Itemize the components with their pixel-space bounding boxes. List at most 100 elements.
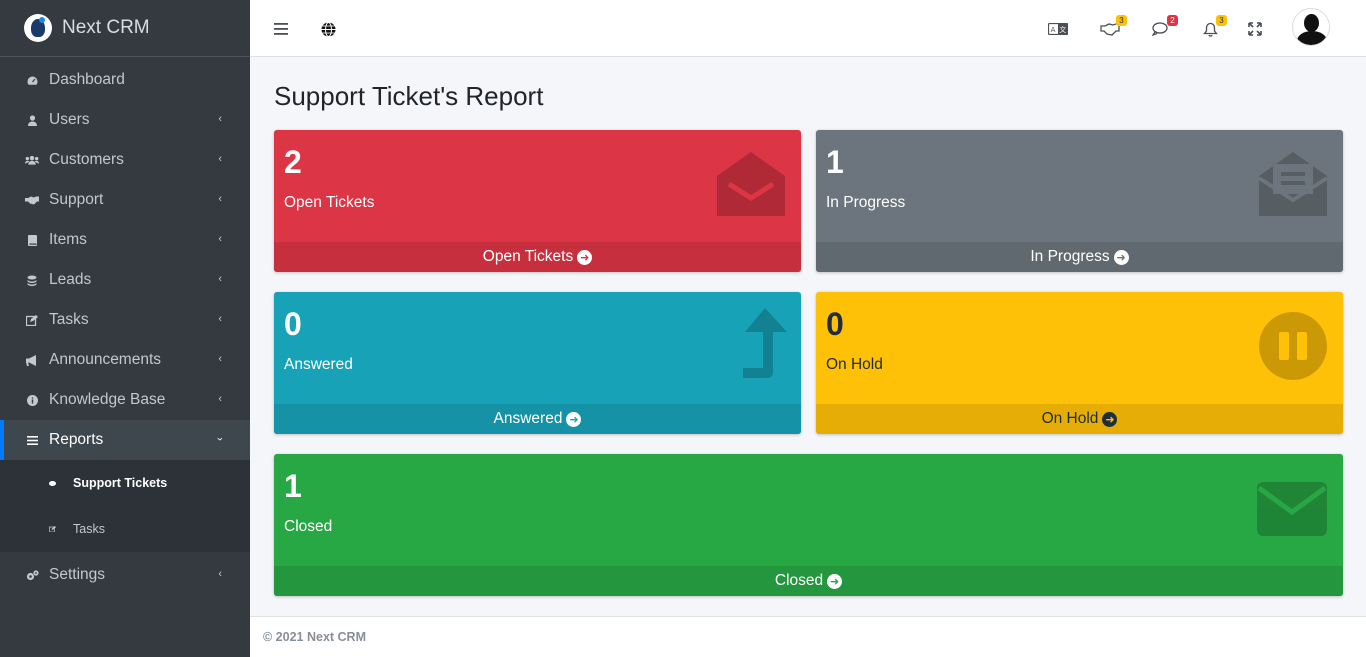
tachometer-icon (25, 76, 39, 85)
messages-badge: 2 (1167, 15, 1178, 26)
chevron-left-icon: ‹ (218, 393, 222, 405)
notifications-badge: 3 (1216, 15, 1227, 26)
answered-more-link[interactable]: Answered ➜ (274, 404, 801, 434)
in-progress-footer-label: In Progress (1030, 248, 1110, 265)
chevron-left-icon: ‹ (218, 568, 222, 580)
bullhorn-icon (25, 354, 39, 366)
expand-arrows-icon (1248, 22, 1262, 36)
brand-logo-icon (24, 14, 52, 42)
arrow-circle-right-icon: ➜ (1113, 249, 1129, 265)
language-button[interactable]: A文 (1047, 18, 1069, 40)
submenu-item-label: Support Tickets (73, 476, 168, 490)
user-avatar[interactable] (1292, 8, 1330, 46)
sidebar-item-leads[interactable]: Leads ‹ (0, 260, 250, 300)
sidebar-item-customers[interactable]: Customers ‹ (0, 140, 250, 180)
closed-footer-label: Closed (774, 572, 824, 589)
pause-circle-icon (1259, 312, 1327, 385)
chevron-left-icon: ‹ (218, 113, 222, 125)
submenu-item-tasks[interactable]: Tasks (0, 506, 250, 552)
page-footer: © 2021 Next CRM (250, 616, 1366, 657)
cogs-icon (25, 569, 39, 581)
sidebar-item-dashboard[interactable]: Dashboard (0, 60, 250, 100)
svg-text:文: 文 (1059, 25, 1066, 34)
notifications-button[interactable]: 3 (1199, 15, 1227, 40)
list-icon (25, 435, 39, 445)
avatar-body-icon (1297, 31, 1327, 45)
book-icon (25, 234, 39, 246)
closed-label: Closed (284, 518, 333, 535)
globe-button[interactable] (317, 18, 339, 40)
sidebar-item-label: Reports (49, 431, 104, 448)
fullscreen-button[interactable] (1244, 18, 1266, 40)
on-hold-box: 0 On Hold On Hold ➜ (816, 292, 1343, 434)
sidebar-item-label: Knowledge Base (49, 391, 166, 408)
messages-button[interactable]: 2 (1150, 15, 1178, 40)
sidebar-item-support[interactable]: Support ‹ (0, 180, 250, 220)
sidebar-item-users[interactable]: Users ‹ (0, 100, 250, 140)
open-tickets-footer-label: Open Tickets (482, 248, 574, 265)
arrow-circle-right-icon: ➜ (827, 573, 843, 589)
sidebar-item-label: Customers (49, 151, 124, 168)
level-up-arrow-icon (741, 306, 789, 385)
on-hold-label: On Hold (826, 356, 883, 373)
reports-submenu: Support Tickets Tasks (0, 460, 250, 552)
brand-name: Next CRM (62, 17, 150, 38)
sidebar-item-tasks[interactable]: Tasks ‹ (0, 300, 250, 340)
sidebar-item-reports[interactable]: Reports ‹ (0, 420, 250, 460)
submenu-item-label: Tasks (73, 522, 105, 536)
copyright-text: © 2021 Next CRM (263, 630, 366, 644)
sidebar-item-label: Users (49, 111, 90, 128)
open-tickets-more-link[interactable]: Open Tickets ➜ (274, 242, 801, 272)
sidebar-menu-bottom: Settings ‹ (0, 552, 250, 595)
bars-icon (274, 23, 288, 35)
on-hold-more-link[interactable]: On Hold ➜ (816, 404, 1343, 434)
in-progress-box: 1 In Progress In Progress ➜ (816, 130, 1343, 272)
hamburger-menu-button[interactable] (270, 18, 292, 40)
chevron-left-icon: ‹ (218, 313, 222, 325)
sidebar-item-knowledge-base[interactable]: Knowledge Base ‹ (0, 380, 250, 420)
chevron-left-icon: ‹ (218, 273, 222, 285)
sidebar-item-settings[interactable]: Settings ‹ (0, 555, 250, 595)
top-navbar: A文 3 2 3 (250, 0, 1366, 57)
sidebar-item-label: Dashboard (49, 71, 125, 88)
open-tickets-box: 2 Open Tickets Open Tickets ➜ (274, 130, 801, 272)
handshake-notifications-button[interactable]: 3 (1099, 15, 1127, 40)
handshake-badge: 3 (1116, 15, 1127, 26)
globe-icon (321, 21, 335, 37)
sidebar: Next CRM Dashboard Users ‹ Customers ‹ S… (0, 0, 250, 657)
language-icon: A文 (1048, 23, 1068, 35)
sidebar-item-items[interactable]: Items ‹ (0, 220, 250, 260)
closed-more-link[interactable]: Closed ➜ (274, 566, 1343, 596)
svg-text:A: A (1051, 26, 1056, 34)
submenu-item-support-tickets[interactable]: Support Tickets (0, 460, 250, 506)
sidebar-item-label: Announcements (49, 351, 162, 368)
closed-count: 1 (284, 468, 302, 504)
envelope-open-text-icon (1257, 148, 1329, 225)
main-content: Support Ticket's Report 2 Open Tickets O… (250, 57, 1366, 616)
chevron-left-icon: ‹ (218, 353, 222, 365)
in-progress-more-link[interactable]: In Progress ➜ (816, 242, 1343, 272)
sidebar-item-label: Settings (49, 566, 106, 583)
layers-icon (25, 275, 39, 286)
answered-count: 0 (284, 306, 302, 342)
closed-box: 1 Closed Closed ➜ (274, 454, 1343, 596)
answered-box: 0 Answered Answered ➜ (274, 292, 801, 434)
on-hold-count: 0 (826, 306, 844, 342)
on-hold-footer-label: On Hold (1041, 410, 1099, 427)
handshake-icon (25, 196, 39, 205)
sidebar-item-label: Leads (49, 271, 92, 288)
brand-link[interactable]: Next CRM (0, 0, 250, 57)
answered-footer-label: Answered (493, 410, 563, 427)
envelope-open-icon (715, 148, 787, 225)
arrow-circle-right-icon: ➜ (577, 249, 593, 265)
page-title: Support Ticket's Report (274, 81, 544, 111)
avatar-head-icon (1304, 14, 1319, 32)
arrow-circle-right-icon: ➜ (1102, 411, 1118, 427)
answered-label: Answered (284, 356, 353, 373)
envelope-icon (1257, 482, 1327, 541)
sidebar-item-announcements[interactable]: Announcements ‹ (0, 340, 250, 380)
chevron-left-icon: ‹ (218, 193, 222, 205)
chevron-left-icon: ‹ (218, 233, 222, 245)
chevron-left-icon: ‹ (218, 153, 222, 165)
sidebar-item-label: Tasks (49, 311, 89, 328)
